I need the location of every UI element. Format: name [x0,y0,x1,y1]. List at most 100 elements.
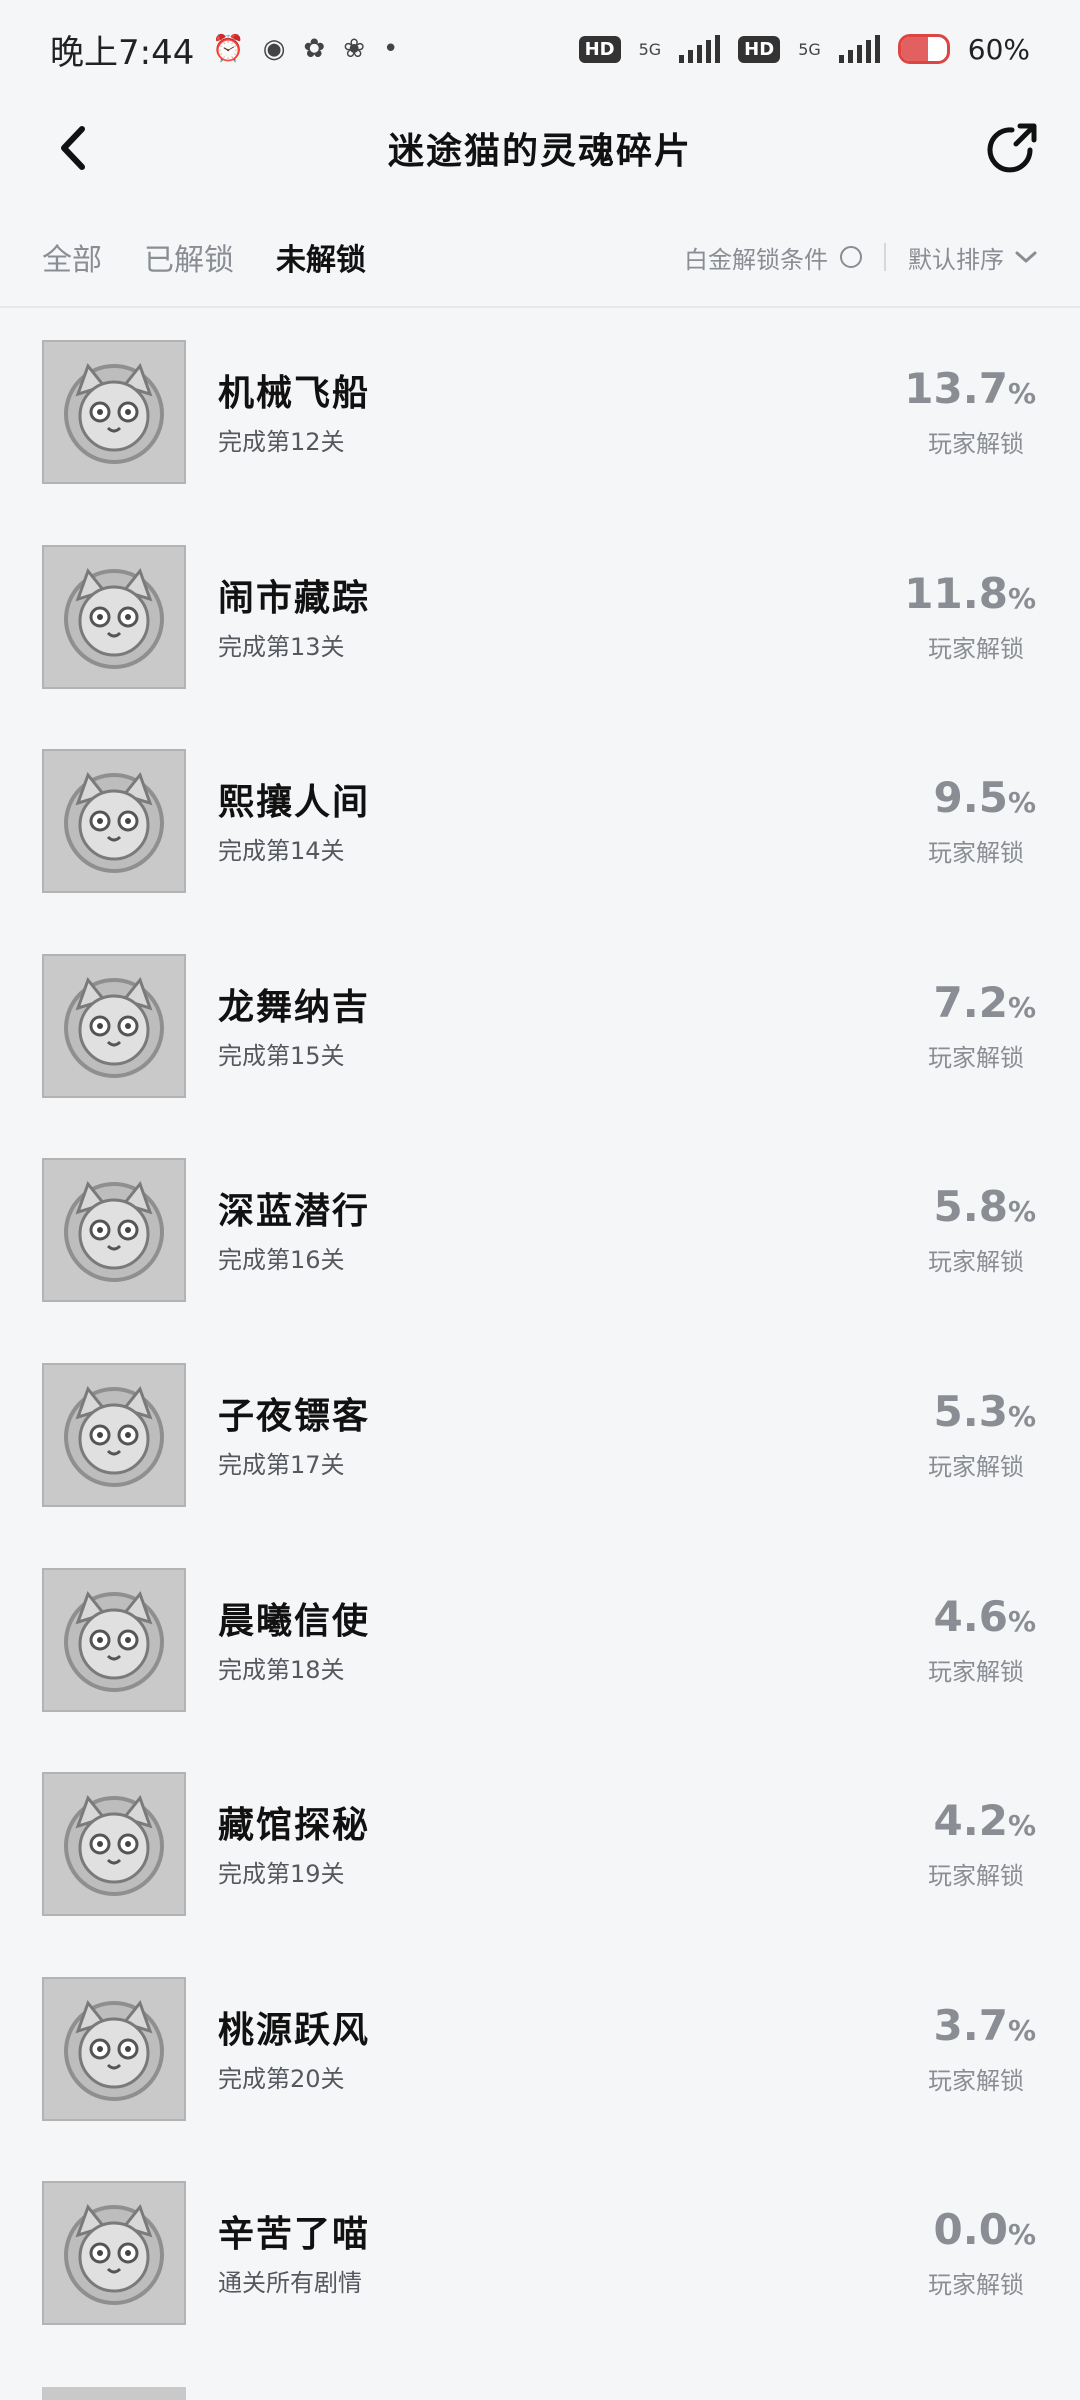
item-subtitle: 完成第19关 [218,1860,345,1889]
unlock-percent: 0.0% [934,2205,1036,2254]
unlock-percent-unit: % [1007,581,1036,615]
cat-badge-image [42,544,186,689]
unlock-percent-value: 0.0 [933,2205,1008,2255]
tab-unlocked[interactable]: 已解锁 [144,235,234,279]
item-subtitle: 完成第17关 [218,1450,345,1479]
item-subtitle: 完成第18关 [218,1655,345,1684]
unlock-percent: 5.3% [934,1387,1036,1436]
unlock-caption: 玩家解锁 [928,430,1024,458]
item-title: 熙攘人间 [218,782,371,824]
unlock-percent: 13.7% [904,364,1036,413]
unlock-percent: 9.5% [934,773,1036,822]
item-title: 藏馆探秘 [218,1805,371,1847]
battery-icon [897,34,950,64]
status-left: 晚上7:44 ⏰ ◉ ✿ ❀ • [50,25,398,74]
list-item[interactable]: 藏馆探秘 完成第19关 4.2% 玩家解锁 [0,1772,1080,1977]
cat-badge-image [42,749,186,894]
unlock-percent-unit: % [1007,2218,1036,2252]
unlock-percent: 3.7% [934,2001,1036,2050]
sort-dropdown[interactable]: 默认排序 [908,240,1038,275]
list-item[interactable]: 龙舞纳吉 完成第15关 7.2% 玩家解锁 [0,953,1080,1159]
list-item[interactable]: 深蓝潜行 完成第16关 5.8% 玩家解锁 [0,1158,1080,1363]
tab-locked[interactable]: 未解锁 [276,235,366,279]
list-item[interactable]: 闹市藏踪 完成第13关 11.8% 玩家解锁 [0,544,1080,750]
hd-badge-2: HD [738,35,781,63]
net-label-1: 5G [638,39,662,59]
achievement-list: 机械飞船 完成第12关 13.7% 玩家解锁 闹市藏踪 完成第13关 11.8%… [0,340,1080,2386]
cat-badge-image [42,1158,186,1303]
cat-face-icon [64,1385,164,1487]
share-button[interactable] [982,118,1042,178]
cat-badge-image [42,953,186,1098]
unlock-percent-unit: % [1007,1399,1036,1433]
unlock-percent-value: 5.8 [933,1182,1008,1232]
unlock-percent-value: 4.6 [933,1591,1008,1641]
item-title: 晨曦信使 [218,1600,371,1642]
platinum-filter-toggle[interactable]: 白金解锁条件 [684,240,862,275]
cat-face-icon [64,772,164,874]
list-item[interactable]: 桃源跃风 完成第20关 3.7% 玩家解锁 [0,1976,1080,2182]
notification-icon: ◉ [262,34,286,64]
nav-bar: 迷途猫的灵魂碎片 [0,98,1080,198]
item-title: 桃源跃风 [218,2009,371,2051]
cat-face-icon [64,1181,164,1283]
unlock-caption: 玩家解锁 [928,1248,1024,1277]
list-item[interactable]: 熙攘人间 完成第14关 9.5% 玩家解锁 [0,749,1080,954]
item-subtitle: 完成第20关 [218,2064,345,2093]
item-title: 龙舞纳吉 [218,986,371,1028]
unlock-percent-unit: % [1007,1195,1036,1229]
item-subtitle: 通关所有剧情 [218,2269,362,2298]
cat-badge-image [42,1567,186,1712]
unlock-percent-unit: % [1007,1604,1036,1638]
dot-icon: • [383,34,399,64]
item-subtitle: 完成第15关 [218,1041,345,1070]
list-item[interactable]: 机械飞船 完成第12关 13.7% 玩家解锁 [0,340,1080,545]
signal-icon-1 [679,35,721,63]
unlock-percent: 4.2% [934,1796,1036,1845]
cat-face-icon [64,976,164,1078]
item-title: 辛苦了喵 [218,2214,371,2256]
item-title: 机械飞船 [218,373,371,414]
item-title: 闹市藏踪 [218,577,371,619]
cat-face-icon [64,2204,164,2306]
unlock-percent: 5.8% [934,1182,1036,1231]
item-subtitle: 完成第16关 [218,1246,345,1275]
unlock-percent-value: 11.8 [904,568,1008,618]
cat-badge-image [42,1976,186,2121]
unlock-percent-unit: % [1007,786,1036,820]
unlock-caption: 玩家解锁 [928,1657,1024,1686]
battery-text: 60% [967,32,1030,66]
tab-all[interactable]: 全部 [42,235,102,279]
unlock-caption: 玩家解锁 [928,2066,1024,2095]
cat-badge-image [42,1362,186,1507]
unlock-percent-unit: % [1007,377,1036,410]
unlock-caption: 玩家解锁 [928,1452,1024,1481]
list-item[interactable]: 晨曦信使 完成第18关 4.6% 玩家解锁 [0,1567,1080,1773]
item-title: 深蓝潜行 [218,1191,371,1233]
cat-face-icon [64,1999,164,2101]
cat-face-icon [64,567,164,669]
unlock-percent: 4.6% [934,1592,1036,1641]
unlock-caption: 玩家解锁 [928,839,1024,868]
list-item[interactable]: 子夜镖客 完成第17关 5.3% 玩家解锁 [0,1362,1080,1568]
unlock-percent-value: 9.5 [933,773,1008,823]
cat-badge-image [42,2181,186,2326]
status-bar: 晚上7:44 ⏰ ◉ ✿ ❀ • HD 5G HD 5G 60% [0,0,1080,98]
chevron-down-icon [1015,251,1037,263]
item-subtitle: 完成第14关 [218,837,345,866]
unlock-percent-value: 4.2 [933,1796,1008,1846]
app-icon: ✿ [303,34,326,64]
unlock-percent-value: 5.3 [933,1386,1008,1436]
unlock-percent-value: 13.7 [904,364,1008,413]
cat-badge-image [42,1772,186,1917]
cat-face-icon [64,1590,164,1692]
unlock-percent-unit: % [1007,990,1036,1024]
unlock-percent-unit: % [1007,2013,1036,2047]
list-item[interactable]: 辛苦了喵 通关所有剧情 0.0% 玩家解锁 [0,2181,1080,2386]
unlock-caption: 玩家解锁 [928,634,1024,663]
unlock-percent: 7.2% [934,978,1036,1027]
unlock-caption: 玩家解锁 [928,1862,1024,1891]
hd-badge-1: HD [578,35,621,63]
back-button[interactable] [44,120,100,176]
app2-icon: ❀ [343,34,366,64]
